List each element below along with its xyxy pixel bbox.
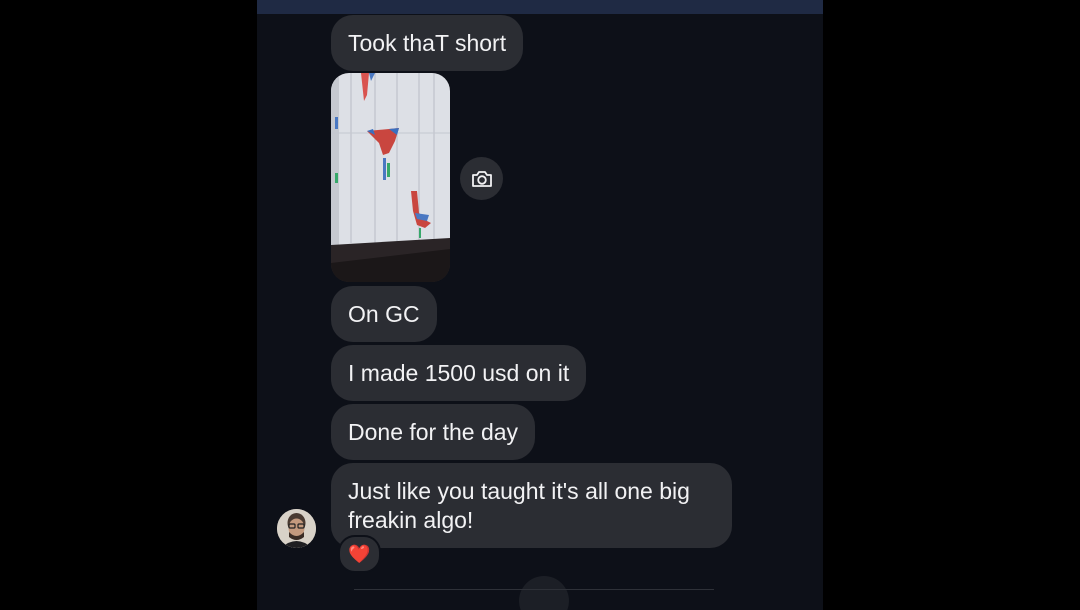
message-bubble[interactable]: On GC (331, 286, 437, 342)
message-bubble[interactable]: Took thaT short (331, 15, 524, 71)
top-bar (257, 0, 823, 14)
message-text: I made 1500 usd on it (348, 360, 570, 386)
message-bubble[interactable]: I made 1500 usd on it (331, 345, 587, 401)
divider (354, 589, 714, 590)
chart-photo-attachment[interactable] (331, 73, 450, 282)
avatar[interactable] (277, 509, 316, 548)
camera-icon (471, 170, 492, 187)
message-text: Just like you taught it's all one big fr… (348, 478, 690, 533)
scroll-handle[interactable] (519, 576, 569, 610)
message-bubble[interactable]: Just like you taught it's all one big fr… (331, 463, 732, 548)
camera-button[interactable] (460, 157, 503, 200)
heart-reaction[interactable]: ❤️ (338, 535, 381, 573)
chat-screen: Took thaT short On GC I made 1500 usd on… (257, 0, 823, 610)
message-text: On GC (348, 301, 420, 327)
message-text: Took thaT short (348, 30, 507, 56)
heart-icon: ❤️ (348, 543, 371, 564)
message-bubble[interactable]: Done for the day (331, 404, 536, 460)
message-text: Done for the day (348, 419, 519, 445)
